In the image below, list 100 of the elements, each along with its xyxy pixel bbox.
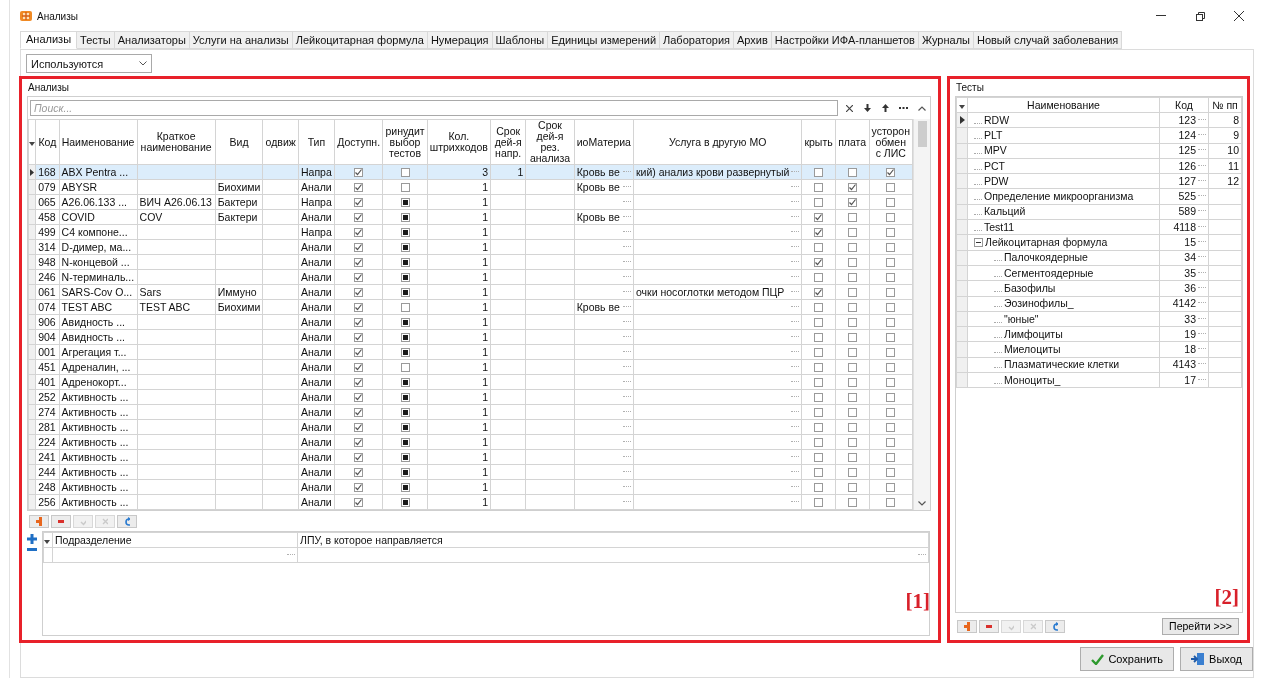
checkbox[interactable]: [354, 258, 364, 268]
checkbox[interactable]: [354, 378, 364, 388]
table-row[interactable]: 248 Активность ... Анали 1: [28, 479, 913, 495]
column-header[interactable]: Наименование: [59, 119, 138, 165]
checkbox[interactable]: [400, 333, 410, 343]
checkbox[interactable]: [354, 183, 364, 193]
checkbox[interactable]: [847, 393, 857, 403]
checkbox[interactable]: [886, 318, 896, 328]
checkbox[interactable]: [400, 243, 410, 253]
ellipsis-button[interactable]: [791, 455, 800, 459]
ellipsis-button[interactable]: [622, 395, 631, 399]
table-row[interactable]: 401 Адренокорт... Анали 1: [28, 374, 913, 390]
ellipsis-button[interactable]: [1198, 179, 1206, 183]
table-row[interactable]: 904 Авидность ... Анали 1: [28, 329, 913, 345]
ellipsis-button[interactable]: [791, 215, 800, 219]
checkbox[interactable]: [400, 393, 410, 403]
ellipsis-button[interactable]: [1198, 317, 1206, 321]
checkbox[interactable]: [354, 243, 364, 253]
toolbar-button[interactable]: [51, 515, 71, 528]
checkbox[interactable]: [400, 453, 410, 463]
ellipsis-button[interactable]: [791, 260, 800, 264]
checkbox[interactable]: [400, 183, 410, 193]
checkbox[interactable]: [847, 483, 857, 493]
ellipsis-button[interactable]: [622, 245, 631, 249]
checkbox[interactable]: [400, 348, 410, 358]
ellipsis-button[interactable]: [791, 440, 800, 444]
ellipsis-button[interactable]: [791, 170, 800, 174]
column-header[interactable]: Кол. штрихкодов: [427, 119, 491, 165]
ellipsis-button[interactable]: [622, 485, 631, 489]
checkbox[interactable]: [847, 183, 857, 193]
ellipsis-button[interactable]: [791, 365, 800, 369]
table-row[interactable]: 281 Активность ... Анали 1: [28, 419, 913, 435]
column-header[interactable]: одвиж: [262, 119, 299, 165]
checkbox[interactable]: [400, 213, 410, 223]
collapse-icon[interactable]: [974, 238, 983, 247]
checkbox[interactable]: [354, 423, 364, 433]
checkbox[interactable]: [886, 498, 896, 508]
checkbox[interactable]: [400, 273, 410, 283]
column-header[interactable]: Услуга в другую МО: [633, 119, 802, 165]
ellipsis-button[interactable]: [1198, 302, 1206, 306]
checkbox[interactable]: [400, 228, 410, 238]
checkbox[interactable]: [886, 483, 896, 493]
toolbar-button[interactable]: [979, 620, 999, 633]
checkbox[interactable]: [847, 468, 857, 478]
checkbox[interactable]: [354, 288, 364, 298]
column-header[interactable]: Вид: [215, 119, 263, 165]
checkbox[interactable]: [886, 288, 896, 298]
checkbox[interactable]: [847, 228, 857, 238]
checkbox[interactable]: [814, 438, 824, 448]
toolbar-button[interactable]: [117, 515, 137, 528]
ellipsis-button[interactable]: [1198, 378, 1206, 382]
checkbox[interactable]: [886, 438, 896, 448]
column-header[interactable]: плата: [835, 119, 869, 165]
ellipsis-button[interactable]: [791, 305, 800, 309]
checkbox[interactable]: [814, 198, 824, 208]
table-row[interactable]: 252 Активность ... Анали 1: [28, 389, 913, 405]
table-row[interactable]: 061 SARS-Cov O... Sars Иммуно Анали 1 очки носоглотки методом ПЦР: [28, 284, 913, 300]
table-row[interactable]: 314 D-димер, ма... Анали 1: [28, 239, 913, 255]
ellipsis-button[interactable]: [791, 320, 800, 324]
checkbox[interactable]: [814, 453, 824, 463]
column-header[interactable]: усторон обмен с ЛИС: [869, 119, 913, 165]
tab[interactable]: Настройки ИФА-планшетов: [771, 31, 919, 49]
checkbox[interactable]: [354, 228, 364, 238]
ellipsis-button[interactable]: [791, 410, 800, 414]
table-row[interactable]: 065 A26.06.133 ... ВИЧ A26.06.13 Бактери Напра 1: [28, 194, 913, 210]
ellipsis-button[interactable]: [791, 395, 800, 399]
ellipsis-button[interactable]: [622, 350, 631, 354]
checkbox[interactable]: [400, 483, 410, 493]
ellipsis-button[interactable]: [622, 365, 631, 369]
ellipsis-button[interactable]: [622, 170, 631, 174]
ellipsis-button[interactable]: [918, 553, 926, 557]
table-row[interactable]: 244 Активность ... Анали 1: [28, 464, 913, 480]
tab[interactable]: Единицы измерений: [548, 31, 661, 49]
checkbox[interactable]: [847, 498, 857, 508]
checkbox[interactable]: [400, 423, 410, 433]
checkbox[interactable]: [886, 423, 896, 433]
checkbox[interactable]: [886, 393, 896, 403]
ellipsis-button[interactable]: [1198, 286, 1206, 290]
checkbox[interactable]: [814, 483, 824, 493]
table-row[interactable]: 074 TEST ABC TEST ABC Биохими Анали 1 Кровь ве: [28, 299, 913, 315]
table-row[interactable]: 079 ABYSR Биохими Анали 1 Кровь ве: [28, 179, 913, 195]
column-header[interactable]: Подразделение: [52, 532, 298, 548]
filter-dropdown[interactable]: Используются: [26, 54, 152, 73]
goto-button[interactable]: Перейти >>>: [1162, 617, 1239, 635]
table-row[interactable]: 451 Адреналин, ... Анали 1: [28, 359, 913, 375]
column-header[interactable]: Срок дей-я рез. анализа: [525, 119, 575, 165]
checkbox[interactable]: [886, 258, 896, 268]
checkbox[interactable]: [814, 408, 824, 418]
checkbox[interactable]: [814, 378, 824, 388]
checkbox[interactable]: [400, 363, 410, 373]
checkbox[interactable]: [400, 318, 410, 328]
checkbox[interactable]: [814, 258, 824, 268]
tab[interactable]: Тесты: [77, 31, 115, 49]
ellipsis-button[interactable]: [1198, 241, 1206, 244]
table-row[interactable]: 458 COVID COV Бактери Анали 1 Кровь ве: [28, 209, 913, 225]
checkbox[interactable]: [400, 303, 410, 313]
ellipsis-button[interactable]: [1198, 225, 1206, 229]
column-header[interactable]: крыть: [801, 119, 836, 165]
tab[interactable]: Архив: [734, 31, 772, 49]
checkbox[interactable]: [354, 438, 364, 448]
